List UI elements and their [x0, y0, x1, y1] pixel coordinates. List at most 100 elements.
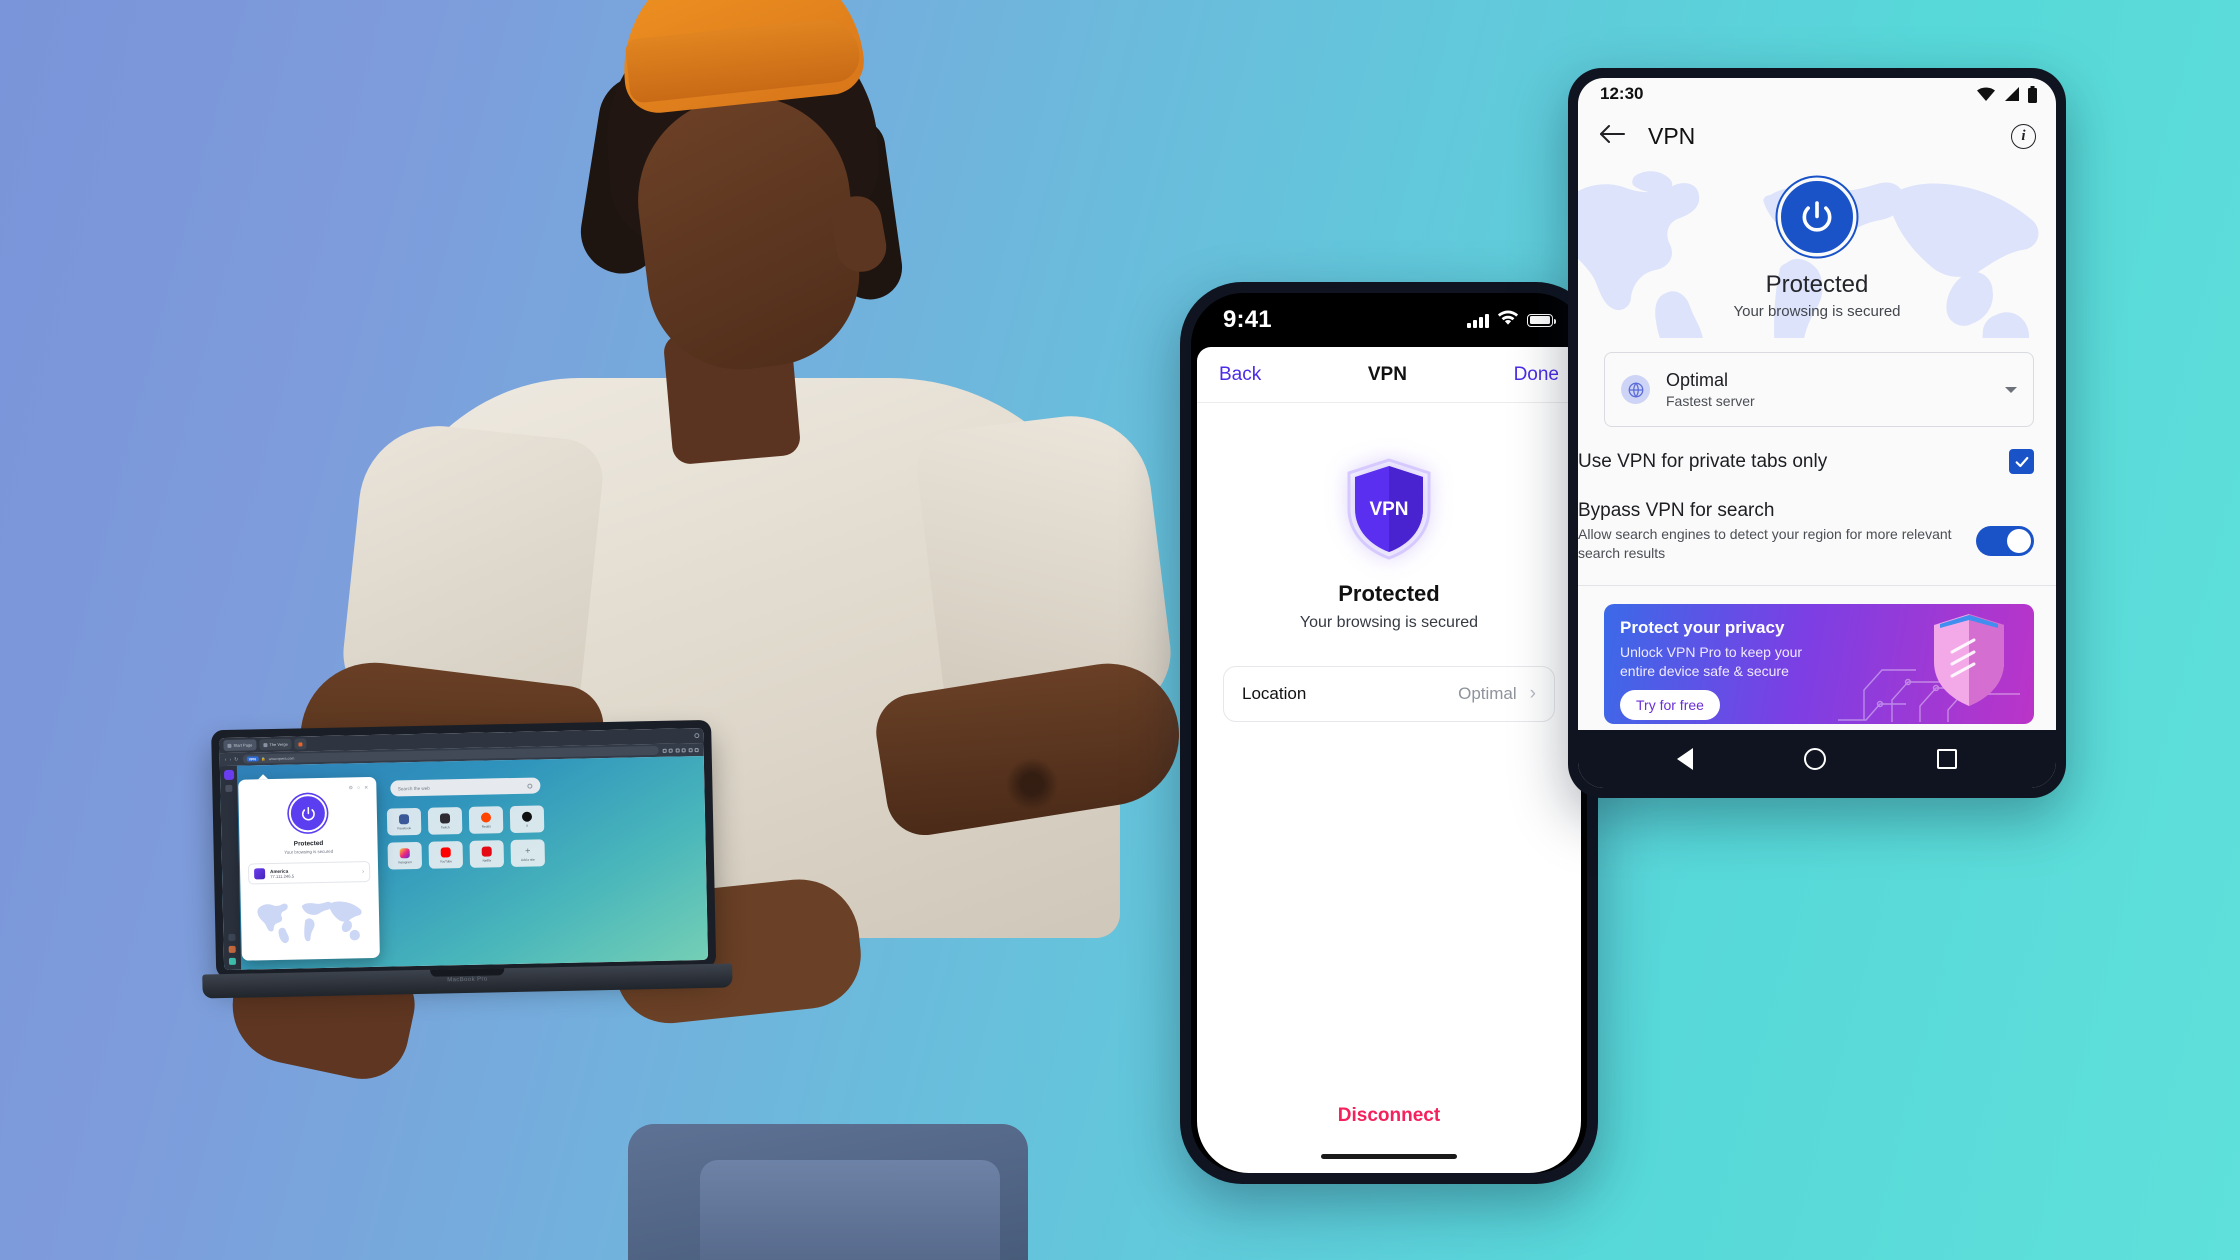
browser-tab[interactable]: The Verge — [259, 738, 292, 751]
speed-dial-add-tile[interactable]: + Add a site — [510, 839, 546, 868]
forward-arrow-icon[interactable]: › — [229, 756, 231, 762]
android-device: 12:30 VPN i Protected Your browsing is s… — [1568, 68, 2066, 798]
info-icon[interactable]: i — [2011, 123, 2036, 149]
vpn-power-button[interactable] — [1781, 180, 1853, 253]
toolbar-extension-icons[interactable] — [662, 747, 699, 753]
player-icon[interactable] — [675, 747, 680, 753]
svg-text:VPN: VPN — [1369, 499, 1408, 520]
lock-icon: 🔒 — [261, 756, 266, 761]
server-selector-row[interactable]: Optimal Fastest server — [1604, 352, 2034, 427]
location-row[interactable]: Location Optimal › — [1223, 666, 1555, 722]
vpn-power-button[interactable] — [290, 795, 326, 831]
back-triangle-icon[interactable] — [1677, 748, 1694, 770]
status-time: 9:41 — [1223, 306, 1272, 333]
android-vpn-hero: Protected Your browsing is secured — [1578, 162, 2056, 338]
sidebar-item-icon[interactable] — [228, 957, 237, 965]
sidebar-item-icon[interactable] — [225, 784, 233, 793]
lifestyle-photo — [0, 0, 1240, 1260]
iphone-device: 9:41 Back VPN Done VPN Protected Your br… — [1180, 282, 1598, 1184]
person-illustration — [0, 0, 1240, 1260]
page-title: VPN — [1367, 363, 1407, 385]
reload-icon[interactable]: ↻ — [234, 756, 238, 762]
sidebar-item-icon[interactable] — [228, 945, 236, 953]
iphone-screen: 9:41 Back VPN Done VPN Protected Your br… — [1191, 293, 1587, 1173]
tab-label: The Verge — [269, 741, 288, 748]
home-circle-icon[interactable] — [1803, 748, 1826, 770]
chevron-down-icon[interactable] — [2005, 386, 2017, 393]
tile-label: YouTube — [439, 858, 453, 864]
setting-subtitle: Allow search engines to detect your regi… — [1578, 526, 1952, 561]
iphone-nav-bar: Back VPN Done — [1197, 347, 1581, 403]
disconnect-button[interactable]: Disconnect — [1338, 1105, 1440, 1127]
android-status-bar: 12:30 — [1578, 78, 2056, 110]
tile-label: Facebook — [397, 825, 412, 830]
profile-icon[interactable] — [688, 747, 693, 752]
location-label: Location — [1242, 684, 1307, 703]
vpn-status-subtitle: Your browsing is secured — [1733, 302, 1901, 320]
speed-dial-tile[interactable]: X — [509, 805, 545, 834]
home-indicator[interactable] — [1321, 1154, 1457, 1159]
extension-icon[interactable] — [662, 748, 667, 753]
speed-dial-tile[interactable]: Instagram — [387, 841, 423, 870]
browser-tab[interactable] — [294, 738, 307, 750]
list-divider — [1578, 584, 2056, 586]
minimize-icon[interactable]: ○ — [357, 785, 360, 791]
world-map-graphic — [249, 890, 372, 951]
setting-title: Use VPN for private tabs only — [1578, 450, 1828, 472]
setting-title: Bypass VPN for search — [1578, 500, 1775, 521]
done-button[interactable]: Done — [1514, 364, 1559, 386]
close-icon[interactable]: ✕ — [364, 785, 368, 791]
speed-dial-tile[interactable]: Reddit — [468, 806, 504, 834]
browser-viewport: Search the web Facebook Twitch Reddit X … — [219, 755, 709, 971]
speed-dial-tiles: Facebook Twitch Reddit X Instagram YouTu… — [386, 805, 546, 870]
browser-tab[interactable]: Start Page — [223, 739, 257, 752]
tile-label: Netflix — [482, 857, 492, 863]
setting-row-bypass-search[interactable]: Bypass VPN for search Allow search engin… — [1578, 500, 2056, 563]
setting-row-private-tabs[interactable]: Use VPN for private tabs only — [1578, 449, 2056, 474]
toggle-bypass-search[interactable] — [1976, 526, 2034, 556]
vpn-badge[interactable]: VPN — [246, 756, 259, 762]
tab-search-icon[interactable] — [694, 733, 700, 739]
checkbox-private-tabs[interactable] — [2009, 449, 2034, 474]
share-icon[interactable] — [681, 747, 686, 752]
speed-dial-tile[interactable]: Facebook — [386, 807, 422, 836]
settings-icon[interactable]: ⚙ — [349, 785, 354, 791]
speed-dial-tile[interactable]: Netflix — [469, 840, 505, 868]
cellular-signal-icon — [1467, 313, 1489, 328]
arrow-left-icon[interactable] — [1598, 123, 1626, 150]
recents-square-icon[interactable] — [1936, 749, 1957, 769]
nav-buttons[interactable]: ‹ › ↻ — [225, 756, 239, 762]
android-system-nav-bar[interactable] — [1578, 730, 2056, 788]
messenger-icon[interactable] — [668, 748, 673, 753]
vpn-status-subtitle: Your browsing is secured — [1299, 614, 1479, 631]
tab-favicon-icon — [227, 743, 232, 748]
sidebar-item-icon[interactable] — [228, 933, 236, 941]
tile-label: Instagram — [397, 859, 412, 864]
settings-icon[interactable] — [694, 747, 699, 752]
back-button[interactable]: Back — [1219, 364, 1261, 386]
back-arrow-icon[interactable]: ‹ — [225, 756, 227, 762]
globe-icon — [1621, 375, 1650, 404]
popup-window-controls[interactable]: ⚙ ○ ✕ — [246, 785, 369, 794]
vpn-status-title: Protected — [1338, 581, 1440, 606]
try-for-free-button[interactable]: Try for free — [1620, 690, 1720, 721]
vpn-pro-promo-banner[interactable]: Protect your privacy Unlock VPN Pro to k… — [1604, 603, 2034, 724]
vpn-shield-icon: VPN — [1344, 457, 1434, 561]
wifi-icon — [1976, 86, 1996, 102]
tab-label: Start Page — [233, 742, 253, 748]
vpn-status-title: Protected — [1765, 270, 1869, 298]
vpn-region-row[interactable]: America 77.111.246.5 › — [247, 860, 371, 885]
sidebar-vpn-icon[interactable] — [223, 769, 234, 781]
page-title: VPN — [1648, 122, 1696, 149]
speed-dial-search[interactable]: Search the web — [389, 777, 541, 797]
laptop-lid: Start Page The Verge ‹ › ↻ VPN 🔒 www.ope… — [211, 719, 717, 979]
speed-dial-tile[interactable]: YouTube — [428, 841, 464, 869]
search-icon[interactable] — [526, 783, 532, 789]
tile-label: Add a site — [520, 857, 535, 862]
server-name: Optimal — [1666, 370, 1729, 390]
chevron-right-icon: › — [1529, 683, 1536, 704]
iphone-vpn-sheet: Back VPN Done VPN Protected Your browsin… — [1197, 347, 1581, 1173]
chevron-right-icon: › — [362, 868, 365, 875]
status-time: 12:30 — [1600, 84, 1644, 103]
speed-dial-tile[interactable]: Twitch — [427, 807, 463, 835]
